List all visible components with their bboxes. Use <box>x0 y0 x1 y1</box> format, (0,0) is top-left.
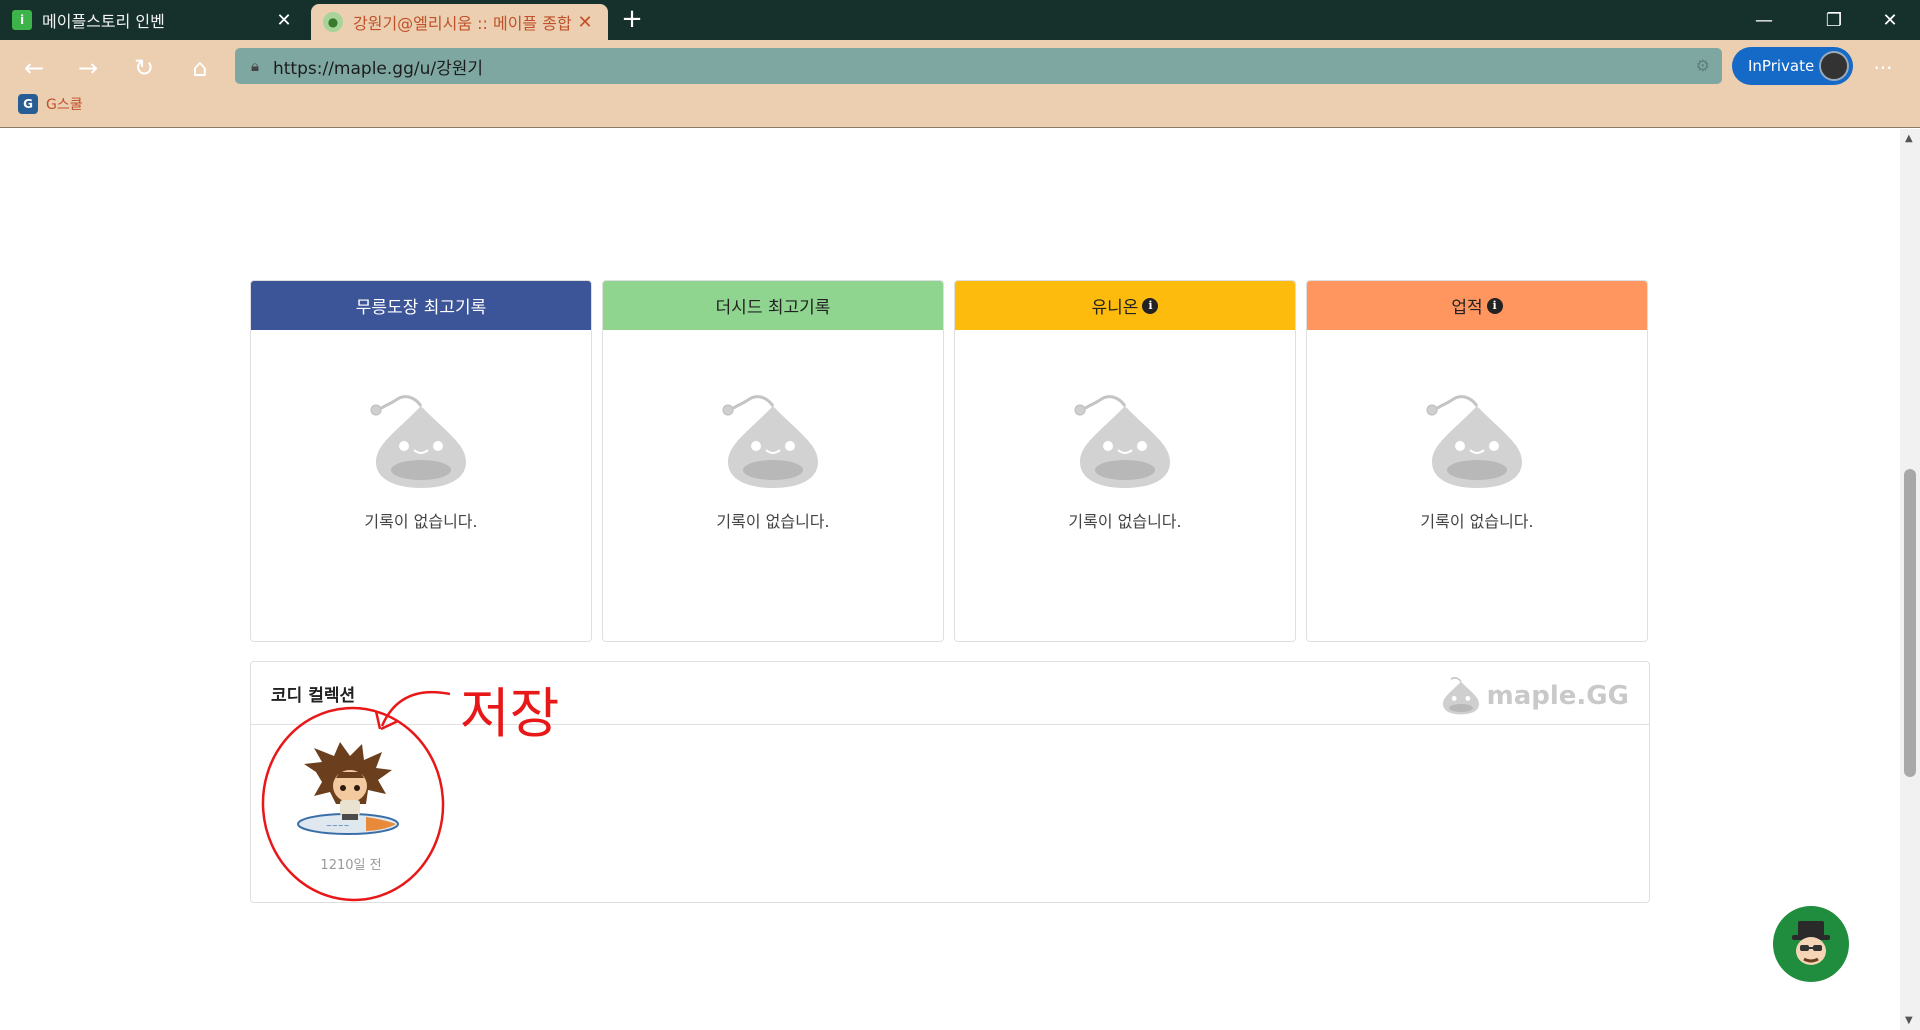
restore-button[interactable]: ❐ <box>1806 0 1862 40</box>
profile-avatar <box>1819 51 1849 81</box>
empty-message: 기록이 없습니다. <box>716 512 830 531</box>
character-avatar: ~~~~ <box>297 742 399 835</box>
achievement-card: 업적 i 기록이 없습니다. <box>1306 280 1648 642</box>
tab-title: 강원기@엘리시움 :: 메이플 종합 <box>353 14 572 33</box>
logo-text: maple.GG <box>1486 681 1629 711</box>
slime-placeholder-icon <box>370 395 466 488</box>
bookmark-gschool[interactable]: G G스쿨 <box>18 94 83 114</box>
minimize-button[interactable]: — <box>1736 0 1792 40</box>
bookmark-label: G스쿨 <box>46 97 83 113</box>
card-title: 유니온 <box>1091 298 1139 318</box>
card-header: 무릉도장 최고기록 <box>251 281 591 330</box>
scroll-up-icon[interactable]: ▲ <box>1905 133 1913 144</box>
refresh-button[interactable]: ↻ <box>126 50 162 86</box>
codi-item[interactable]: ~~~~ 1210일 전 <box>291 742 411 873</box>
card-header: 유니온 i <box>955 281 1295 330</box>
scroll-down-icon[interactable]: ▼ <box>1905 1015 1913 1026</box>
close-window-button[interactable]: ✕ <box>1862 0 1918 40</box>
info-icon[interactable]: i <box>1142 297 1159 314</box>
browser-toolbar: ← → ↻ ⌂ 🔒︎ https://maple.gg/u/강원기 ⚙ InPr… <box>0 40 1920 128</box>
the-seed-card: 더시드 최고기록 기록이 없습니다. <box>602 280 944 642</box>
card-header: 업적 i <box>1307 281 1647 330</box>
url-text: https://maple.gg/u/강원기 <box>272 58 484 79</box>
floating-character-button[interactable] <box>1773 906 1849 982</box>
back-button[interactable]: ← <box>16 50 52 86</box>
slime-favicon-icon: ● <box>323 12 343 32</box>
page-scrollbar[interactable]: ▲ ▼ <box>1900 129 1920 1030</box>
tracking-prevention-icon[interactable]: ⚙ <box>1696 56 1710 75</box>
hat-character-icon <box>1792 921 1830 965</box>
close-icon[interactable]: ✕ <box>574 12 596 33</box>
inven-favicon-icon: i <box>12 10 32 30</box>
mureung-card: 무릉도장 최고기록 기록이 없습니다. <box>250 280 592 642</box>
slime-placeholder-icon <box>1074 395 1170 488</box>
new-tab-button[interactable]: + <box>616 4 648 36</box>
svg-text:~~~~: ~~~~ <box>326 822 350 830</box>
inprivate-label: InPrivate <box>1748 57 1815 75</box>
empty-message: 기록이 없습니다. <box>364 512 478 531</box>
codi-collection-title: 코디 컬렉션 <box>271 685 356 706</box>
tab-title: 메이플스토리 인벤 <box>42 12 165 31</box>
home-button[interactable]: ⌂ <box>182 50 218 86</box>
page-viewport: 무릉도장 최고기록 기록이 없습니다. 더시드 최고기록 기록이 없습니다. 유… <box>0 129 1900 1030</box>
tab-bar: i 메이플스토리 인벤 ✕ ● 강원기@엘리시움 :: 메이플 종합 ✕ + —… <box>0 0 1920 40</box>
card-title: 업적 <box>1451 298 1483 318</box>
info-icon[interactable]: i <box>1486 297 1503 314</box>
inprivate-button[interactable]: InPrivate <box>1732 47 1853 85</box>
tab-maplestory-inven[interactable]: i 메이플스토리 인벤 ✕ <box>0 0 307 40</box>
card-title: 무릉도장 최고기록 <box>355 298 487 318</box>
slime-placeholder-icon <box>722 395 818 488</box>
forward-button[interactable]: → <box>70 50 106 86</box>
lock-icon: 🔒︎ <box>251 57 259 75</box>
codi-item-date: 1210일 전 <box>320 858 382 873</box>
close-icon[interactable]: ✕ <box>273 10 295 31</box>
empty-message: 기록이 없습니다. <box>1420 512 1534 531</box>
save-annotation-text: 저장 <box>460 682 560 745</box>
slime-placeholder-icon <box>1426 395 1522 488</box>
union-card: 유니온 i 기록이 없습니다. <box>954 280 1296 642</box>
tab-maple-gg[interactable]: ● 강원기@엘리시움 :: 메이플 종합 ✕ <box>311 4 608 40</box>
card-title: 더시드 최고기록 <box>715 298 831 318</box>
card-header: 더시드 최고기록 <box>603 281 943 330</box>
more-menu-button[interactable]: ··· <box>1865 50 1901 86</box>
address-bar[interactable]: 🔒︎ https://maple.gg/u/강원기 ⚙ <box>235 48 1722 84</box>
g-bookmark-icon: G <box>18 94 38 114</box>
scroll-thumb[interactable] <box>1904 469 1916 777</box>
empty-message: 기록이 없습니다. <box>1068 512 1182 531</box>
maple-gg-logo: maple.GG <box>1439 676 1629 716</box>
slime-logo-icon <box>1442 677 1479 715</box>
